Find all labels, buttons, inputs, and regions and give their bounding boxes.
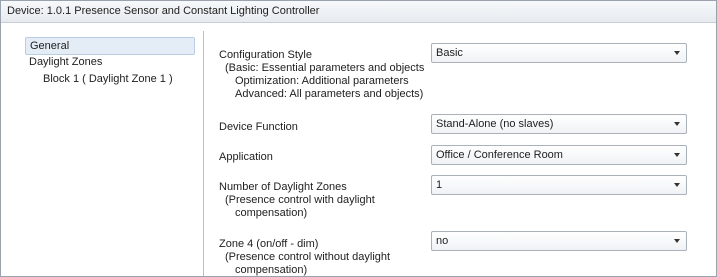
- num-zones-dropdown[interactable]: 1: [431, 175, 687, 195]
- chevron-down-icon: [674, 51, 680, 55]
- num-zones-title: Number of Daylight Zones: [219, 181, 347, 193]
- zone4-value: no: [436, 235, 449, 247]
- device-parameter-window: Device: 1.0.1 Presence Sensor and Consta…: [0, 0, 717, 277]
- application-label: Application: [219, 151, 273, 163]
- device-function-dropdown[interactable]: Stand-Alone (no slaves): [431, 114, 687, 134]
- config-style-title: Configuration Style: [219, 49, 312, 61]
- zone4-title: Zone 4 (on/off - dim): [219, 238, 319, 250]
- device-function-label: Device Function: [219, 121, 298, 133]
- num-zones-label: Number of Daylight Zones (Presence contr…: [219, 181, 375, 220]
- tree-item-block-1[interactable]: Block 1 ( Daylight Zone 1 ): [39, 71, 177, 87]
- application-dropdown[interactable]: Office / Conference Room: [431, 145, 687, 165]
- num-zones-hint: (Presence control with daylight: [225, 194, 375, 206]
- chevron-down-icon: [674, 239, 680, 243]
- parameter-tree: General Daylight Zones Block 1 ( Dayligh…: [7, 31, 204, 276]
- device-function-value: Stand-Alone (no slaves): [436, 118, 554, 130]
- zone4-label: Zone 4 (on/off - dim) (Presence control …: [219, 238, 391, 276]
- application-value: Office / Conference Room: [436, 149, 563, 161]
- zone4-hint: (Presence control without daylight: [225, 251, 391, 263]
- chevron-down-icon: [674, 153, 680, 157]
- tree-item-daylight-zones[interactable]: Daylight Zones: [25, 54, 106, 70]
- config-style-dropdown[interactable]: Basic: [431, 43, 687, 63]
- num-zones-value: 1: [436, 179, 443, 191]
- chevron-down-icon: [674, 183, 680, 187]
- window-title: Device: 1.0.1 Presence Sensor and Consta…: [1, 1, 716, 23]
- zone4-hint: compensation): [235, 264, 308, 276]
- chevron-down-icon: [674, 122, 680, 126]
- zone4-dropdown[interactable]: no: [431, 231, 687, 251]
- tree-item-general[interactable]: General: [25, 37, 195, 55]
- config-style-hint: Advanced: All parameters and objects): [235, 88, 424, 100]
- config-style-hint: (Basic: Essential parameters and objects: [225, 62, 425, 74]
- num-zones-hint: compensation): [235, 207, 308, 219]
- config-style-value: Basic: [436, 47, 463, 59]
- config-style-label: Configuration Style (Basic: Essential pa…: [219, 49, 424, 101]
- config-style-hint: Optimization: Additional parameters: [235, 75, 409, 87]
- parameter-panel: Configuration Style (Basic: Essential pa…: [213, 31, 708, 276]
